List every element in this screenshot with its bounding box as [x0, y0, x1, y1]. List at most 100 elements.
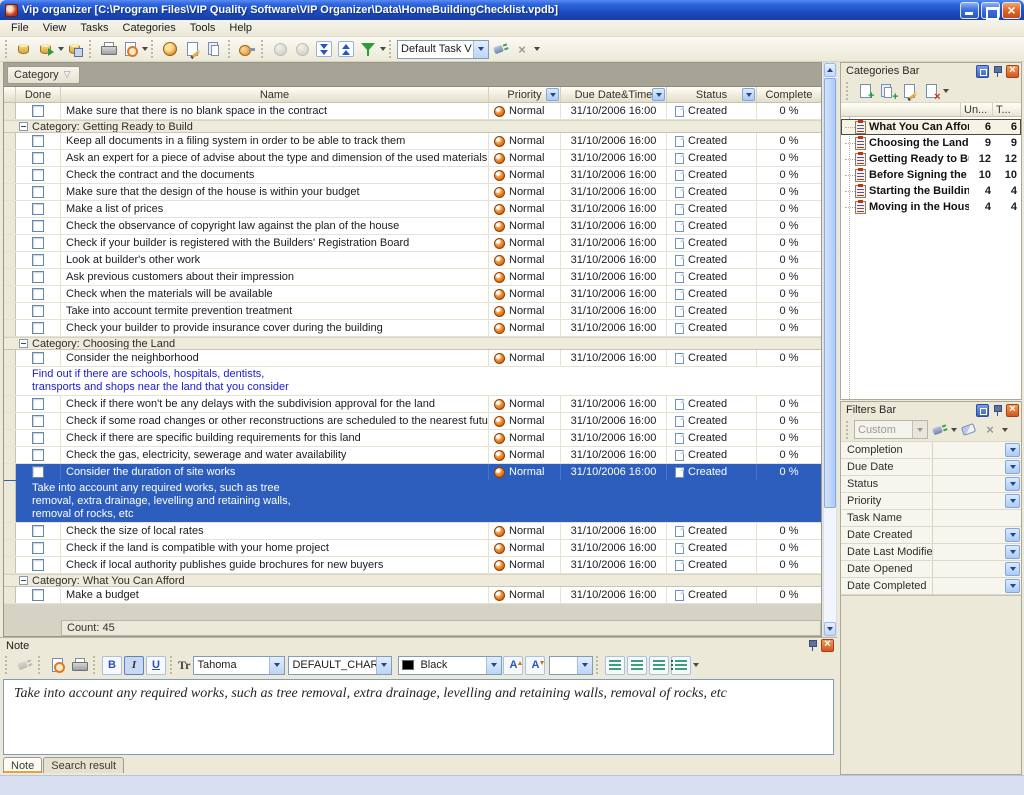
- print-button[interactable]: [97, 38, 119, 60]
- filter-value[interactable]: [933, 510, 1021, 526]
- collapse-icon[interactable]: [19, 339, 28, 348]
- font-increase-button[interactable]: A: [503, 656, 523, 675]
- filter-dropdown[interactable]: [379, 38, 386, 60]
- task-row[interactable]: Make a list of pricesNormal31/10/2006 16…: [4, 201, 821, 218]
- task-checkbox[interactable]: [32, 220, 44, 232]
- close-panel-button[interactable]: [821, 639, 834, 652]
- task-checkbox[interactable]: [32, 415, 44, 427]
- menu-tools[interactable]: Tools: [183, 21, 223, 35]
- category-row[interactable]: Category: Choosing the Land: [4, 337, 821, 350]
- uncompleted-header[interactable]: Un...: [961, 103, 993, 116]
- collapse-icon[interactable]: [19, 576, 28, 585]
- chevron-down-icon[interactable]: [376, 657, 391, 674]
- task-note-row[interactable]: Take into account any required works, su…: [4, 481, 821, 523]
- note-toolbar-dropdown[interactable]: [692, 654, 699, 676]
- chevron-down-icon[interactable]: [577, 657, 592, 674]
- task-row[interactable]: Make sure that there is no blank space i…: [4, 103, 821, 120]
- menu-view[interactable]: View: [36, 21, 74, 35]
- duplicate-task-button[interactable]: [203, 38, 225, 60]
- minimize-button[interactable]: [960, 2, 979, 19]
- clear-filter-button[interactable]: [957, 419, 979, 441]
- expand-all-button[interactable]: [313, 38, 335, 60]
- column-header-done[interactable]: Done: [16, 87, 61, 102]
- charset-combo[interactable]: DEFAULT_CHAR: [288, 656, 392, 675]
- save-database-button[interactable]: [64, 38, 86, 60]
- tab-search-result[interactable]: Search result: [43, 757, 124, 773]
- chevron-down-icon[interactable]: [269, 657, 284, 674]
- pin-icon[interactable]: [806, 639, 819, 652]
- view-combo[interactable]: Default Task V: [397, 40, 489, 59]
- column-header-complete[interactable]: Complete: [757, 87, 821, 102]
- uncomplete-task-button[interactable]: [291, 38, 313, 60]
- task-checkbox[interactable]: [32, 398, 44, 410]
- restore-button[interactable]: [981, 2, 1000, 19]
- task-checkbox[interactable]: [32, 152, 44, 164]
- task-list-scrollbar[interactable]: [823, 62, 837, 637]
- tab-note[interactable]: Note: [3, 757, 42, 773]
- category-row[interactable]: Category: Getting Ready to Build: [4, 120, 821, 133]
- collapse-icon[interactable]: [19, 122, 28, 131]
- chevron-down-icon[interactable]: [1005, 528, 1020, 542]
- menu-categories[interactable]: Categories: [116, 21, 183, 35]
- find-button[interactable]: [236, 38, 258, 60]
- group-by-category-button[interactable]: Category ▽: [7, 66, 80, 84]
- task-checkbox[interactable]: [32, 589, 44, 601]
- filter-value[interactable]: [933, 561, 1021, 577]
- clear-view-button[interactable]: ×: [511, 38, 533, 60]
- add-subcategory-button[interactable]: [876, 80, 898, 102]
- task-checkbox[interactable]: [32, 449, 44, 461]
- task-row[interactable]: Check if the land is compatible with you…: [4, 540, 821, 557]
- task-checkbox[interactable]: [32, 305, 44, 317]
- bullet-list-button[interactable]: [671, 656, 691, 675]
- task-row[interactable]: Check your builder to provide insurance …: [4, 320, 821, 337]
- task-checkbox[interactable]: [32, 254, 44, 266]
- close-panel-button[interactable]: [1006, 404, 1019, 417]
- task-row[interactable]: Consider the neighborhoodNormal31/10/200…: [4, 350, 821, 367]
- chevron-down-icon[interactable]: [1005, 460, 1020, 474]
- note-text-area[interactable]: Take into account any required works, su…: [3, 679, 834, 755]
- task-row[interactable]: Make sure that the design of the house i…: [4, 184, 821, 201]
- status-filter-button[interactable]: [742, 88, 755, 101]
- column-header-name[interactable]: Name: [61, 87, 489, 102]
- task-row[interactable]: Check if your builder is registered with…: [4, 235, 821, 252]
- column-header-priority[interactable]: Priority: [489, 87, 561, 102]
- pin-icon[interactable]: [991, 65, 1004, 78]
- align-right-button[interactable]: [649, 656, 669, 675]
- apply-filter-dropdown[interactable]: [950, 419, 957, 441]
- chevron-down-icon[interactable]: [1005, 443, 1020, 457]
- chevron-down-icon[interactable]: [1005, 545, 1020, 559]
- color-combo[interactable]: Black: [398, 656, 502, 675]
- category-item[interactable]: Choosing the Land99: [841, 135, 1021, 151]
- column-header-status[interactable]: Status: [667, 87, 757, 102]
- task-row[interactable]: Check if local authority publishes guide…: [4, 557, 821, 574]
- task-row[interactable]: Consider the duration of site worksNorma…: [4, 464, 821, 481]
- task-note-row[interactable]: Find out if there are schools, hospitals…: [4, 367, 821, 396]
- font-size-combo[interactable]: [549, 656, 593, 675]
- filter-value[interactable]: [933, 578, 1021, 594]
- task-row[interactable]: Ask an expert for a piece of advise abou…: [4, 150, 821, 167]
- scrollbar-thumb[interactable]: [824, 78, 836, 508]
- task-checkbox[interactable]: [32, 135, 44, 147]
- pin-icon[interactable]: [991, 404, 1004, 417]
- task-row[interactable]: Check if there are specific building req…: [4, 430, 821, 447]
- edit-category-button[interactable]: [898, 80, 920, 102]
- font-combo[interactable]: Tahoma: [193, 656, 285, 675]
- task-checkbox[interactable]: [32, 186, 44, 198]
- filter-value[interactable]: [933, 527, 1021, 543]
- delete-filter-button[interactable]: ×: [979, 419, 1001, 441]
- delete-category-button[interactable]: [920, 80, 942, 102]
- priority-filter-button[interactable]: [546, 88, 559, 101]
- collapse-all-button[interactable]: [335, 38, 357, 60]
- task-row[interactable]: Keep all documents in a filing system in…: [4, 133, 821, 150]
- float-panel-button[interactable]: [976, 65, 989, 78]
- underline-button[interactable]: U: [146, 656, 166, 675]
- task-row[interactable]: Check the observance of copyright law ag…: [4, 218, 821, 235]
- apply-filter-button[interactable]: [928, 419, 950, 441]
- clear-view-dropdown[interactable]: [533, 38, 540, 60]
- task-row[interactable]: Check the size of local ratesNormal31/10…: [4, 523, 821, 540]
- scroll-up-button[interactable]: [824, 63, 836, 77]
- chevron-down-icon[interactable]: [473, 41, 488, 58]
- task-checkbox[interactable]: [32, 466, 44, 478]
- font-decrease-button[interactable]: A: [525, 656, 545, 675]
- task-checkbox[interactable]: [32, 432, 44, 444]
